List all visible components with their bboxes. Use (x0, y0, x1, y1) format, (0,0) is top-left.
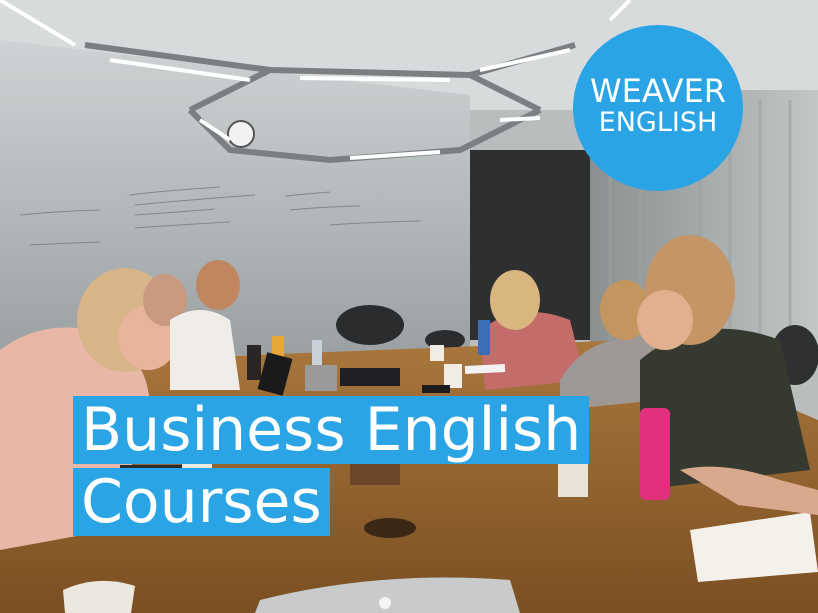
wall-clock (227, 120, 255, 148)
water-bottle (640, 408, 670, 500)
cup (430, 345, 444, 361)
headline-line-2: Courses (73, 468, 330, 536)
logo-line-1: WEAVER (589, 72, 727, 110)
bottle (247, 345, 261, 380)
soap-dispenser (312, 340, 322, 366)
headline-line-1: Business English (73, 396, 590, 464)
weaver-english-logo: WEAVER ENGLISH (573, 25, 743, 191)
apple-icon (379, 597, 391, 609)
phone-device (340, 368, 400, 386)
logo-line-2: ENGLISH (598, 107, 718, 138)
bottle (478, 320, 490, 355)
headline: Business English Courses (73, 396, 590, 536)
cup (444, 364, 462, 388)
